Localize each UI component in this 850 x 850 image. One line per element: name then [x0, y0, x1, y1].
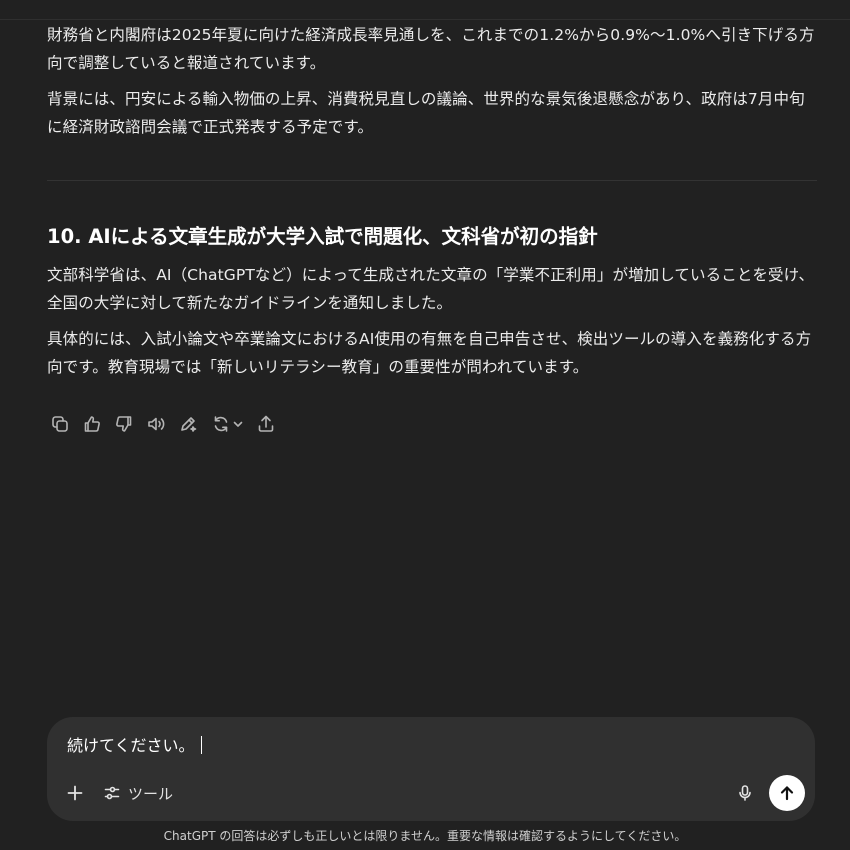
read-aloud-button[interactable]	[143, 410, 169, 438]
plus-icon	[67, 785, 83, 801]
send-button[interactable]	[769, 775, 805, 811]
regenerate-icon	[214, 416, 227, 432]
arrow-up-icon	[780, 786, 794, 801]
prompt-input[interactable]: 続けてください。	[67, 734, 202, 758]
copy-icon	[52, 416, 68, 432]
microphone-icon	[739, 785, 751, 801]
prompt-input-value: 続けてください。	[67, 736, 195, 755]
read-aloud-icon	[148, 417, 165, 431]
text-caret	[200, 736, 202, 754]
edit-in-canvas-button[interactable]	[175, 410, 201, 438]
message-paragraph: 具体的には、入試小論文や卒業論文におけるAI使用の有無を自己申告させ、検出ツール…	[47, 330, 812, 376]
thumbs-down-icon	[116, 416, 132, 432]
good-response-button[interactable]	[79, 410, 105, 438]
bad-response-button[interactable]	[111, 410, 137, 438]
disclaimer: ChatGPT の回答は必ずしも正しいとは限りません。重要な情報は確認するように…	[163, 829, 687, 843]
dictate-button[interactable]	[731, 779, 759, 807]
message-paragraph: 財務省と内閣府は2025年夏に向けた経済成長率見通しを、これまでの1.2%から0…	[47, 26, 815, 72]
share-button[interactable]	[253, 410, 279, 438]
message-paragraph: 文部科学省は、AI（ChatGPTなど）によって生成された文章の「学業不正利用」…	[47, 266, 815, 312]
sliders-icon	[104, 786, 120, 800]
edit-icon	[181, 417, 197, 432]
thumbs-up-icon	[84, 416, 100, 432]
share-icon	[258, 415, 274, 432]
tools-label: ツール	[128, 784, 174, 803]
tools-button[interactable]: ツール	[99, 779, 177, 807]
section-divider	[47, 180, 817, 181]
top-bar	[0, 0, 850, 20]
message-paragraph: 背景には、円安による輸入物価の上昇、消費税見直しの議論、世界的な景気後退懸念があ…	[47, 90, 805, 136]
section-heading: 10. AIによる文章生成が大学入試で問題化、文科省が初の指針	[47, 225, 598, 248]
regenerate-button[interactable]	[207, 410, 247, 438]
message-actions	[47, 410, 285, 438]
copy-button[interactable]	[47, 410, 73, 438]
add-attachment-button[interactable]	[61, 779, 89, 807]
message-composer: 続けてください。 ツール	[47, 717, 815, 821]
chevron-down-icon	[233, 421, 242, 427]
